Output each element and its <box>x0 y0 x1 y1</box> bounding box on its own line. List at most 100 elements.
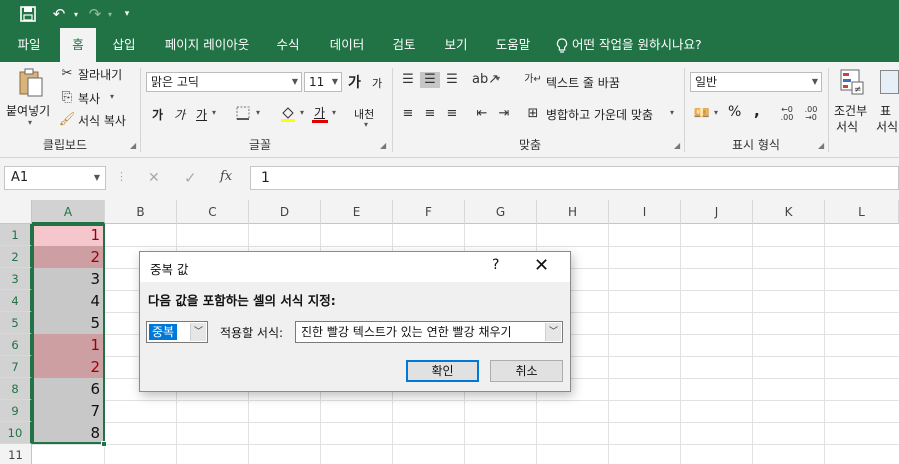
row-header-1[interactable]: 1 <box>0 224 32 246</box>
format-painter-button[interactable]: 서식 복사 <box>78 112 126 129</box>
font-color-button[interactable]: 가 <box>314 104 325 121</box>
align-center-icon[interactable]: ≡ <box>420 106 440 122</box>
clipboard-launcher-icon[interactable]: ◢ <box>130 141 136 150</box>
decrease-indent-icon[interactable]: ⇤ <box>472 106 492 122</box>
underline-dropdown-icon[interactable]: ▾ <box>212 108 216 117</box>
number-format-combobox[interactable]: 일반 ▼ <box>690 72 822 92</box>
tell-me-search[interactable]: 어떤 작업을 원하시나요? <box>572 28 714 62</box>
row-header-7[interactable]: 7 <box>0 356 32 378</box>
accounting-dropdown-icon[interactable]: ▾ <box>714 108 718 117</box>
tab-page-layout[interactable]: 페이지 레이아웃 <box>156 28 258 62</box>
fill-handle[interactable] <box>101 441 107 447</box>
column-header-a[interactable]: A <box>32 200 105 224</box>
column-header-h[interactable]: H <box>537 200 609 224</box>
tab-help[interactable]: 도움말 <box>486 28 540 62</box>
orientation-dropdown-icon[interactable]: ▾ <box>496 74 500 83</box>
column-header-e[interactable]: E <box>321 200 393 224</box>
orientation-icon[interactable]: ab↗ <box>472 72 499 88</box>
row-header-9[interactable]: 9 <box>0 400 32 422</box>
paste-button[interactable]: 붙여넣기 <box>6 102 50 119</box>
number-launcher-icon[interactable]: ◢ <box>818 141 824 150</box>
ok-button[interactable]: 확인 <box>406 360 479 382</box>
align-top-icon[interactable]: ☰ <box>398 72 418 88</box>
merge-dropdown-icon[interactable]: ▾ <box>670 108 674 117</box>
cancel-button[interactable]: 취소 <box>490 360 563 382</box>
duplicate-type-select[interactable]: 중복 ﹀ <box>146 321 208 343</box>
paste-icon[interactable] <box>16 68 46 98</box>
font-color-dropdown-icon[interactable]: ▾ <box>332 108 336 117</box>
undo-dropdown-icon[interactable]: ▾ <box>70 2 82 26</box>
row-header-11[interactable]: 11 <box>0 444 32 464</box>
conditional-formatting-icon[interactable]: ≠ <box>838 68 866 96</box>
underline-button[interactable]: 가 <box>196 106 207 123</box>
row-header-3[interactable]: 3 <box>0 268 32 290</box>
merge-center-button[interactable]: 병합하고 가운데 맞춤 <box>546 106 653 123</box>
chevron-down-icon[interactable]: ﹀ <box>545 323 561 341</box>
accounting-format-icon[interactable]: 💴 <box>692 106 712 122</box>
row-header-5[interactable]: 5 <box>0 312 32 334</box>
copy-dropdown-icon[interactable]: ▾ <box>110 92 114 101</box>
tab-insert[interactable]: 삽입 <box>104 28 144 62</box>
copy-button[interactable]: 복사 <box>78 90 100 107</box>
border-dropdown-icon[interactable]: ▾ <box>256 108 260 117</box>
border-icon[interactable] <box>232 106 254 125</box>
chevron-down-icon[interactable]: ﹀ <box>190 323 206 341</box>
tab-view[interactable]: 보기 <box>436 28 476 62</box>
align-left-icon[interactable]: ≡ <box>398 106 418 122</box>
select-all-corner[interactable] <box>0 200 32 224</box>
row-header-8[interactable]: 8 <box>0 378 32 400</box>
decrease-decimal-icon[interactable]: .00 →0 <box>800 106 822 122</box>
phonetic-dropdown-icon[interactable]: ▾ <box>364 120 368 129</box>
close-icon[interactable]: ✕ <box>534 255 549 276</box>
format-as-table-icon[interactable] <box>880 70 899 94</box>
fill-color-icon[interactable] <box>278 104 298 127</box>
paste-dropdown-icon[interactable]: ▾ <box>28 118 32 127</box>
column-header-g[interactable]: G <box>465 200 537 224</box>
cut-button[interactable]: 잘라내기 <box>78 66 122 83</box>
align-right-icon[interactable]: ≡ <box>442 106 462 122</box>
bold-button[interactable]: 가 <box>152 106 163 123</box>
font-launcher-icon[interactable]: ◢ <box>380 141 386 150</box>
format-as-table-button[interactable]: 표 <box>880 102 891 119</box>
align-bottom-icon[interactable]: ☰ <box>442 72 462 88</box>
name-box[interactable]: A1 ▼ <box>4 166 106 190</box>
font-size-combobox[interactable]: 11 ▼ <box>304 72 342 92</box>
insert-function-button[interactable]: fx <box>220 169 232 184</box>
column-header-d[interactable]: D <box>249 200 321 224</box>
tab-review[interactable]: 검토 <box>382 28 426 62</box>
help-icon[interactable]: ? <box>492 257 499 273</box>
row-header-4[interactable]: 4 <box>0 290 32 312</box>
increase-indent-icon[interactable]: ⇥ <box>494 106 514 122</box>
tab-formulas[interactable]: 수식 <box>268 28 308 62</box>
conditional-formatting-button[interactable]: 조건부 <box>834 102 867 119</box>
tab-home[interactable]: 홈 <box>60 28 96 62</box>
formula-input[interactable]: 1 <box>250 166 899 190</box>
column-header-i[interactable]: I <box>609 200 681 224</box>
row-header-2[interactable]: 2 <box>0 246 32 268</box>
column-header-f[interactable]: F <box>393 200 465 224</box>
align-middle-icon[interactable]: ☰ <box>420 72 440 88</box>
row-header-6[interactable]: 6 <box>0 334 32 356</box>
increase-decimal-icon[interactable]: ←0.00 <box>776 106 798 122</box>
row-header-10[interactable]: 10 <box>0 422 32 444</box>
shrink-font-button[interactable]: 가 <box>372 75 382 91</box>
column-header-j[interactable]: J <box>681 200 753 224</box>
italic-button[interactable]: 가 <box>174 106 185 123</box>
save-icon[interactable] <box>16 2 40 26</box>
alignment-launcher-icon[interactable]: ◢ <box>674 141 680 150</box>
undo-icon[interactable]: ↶ <box>48 2 70 26</box>
column-header-b[interactable]: B <box>105 200 177 224</box>
font-name-combobox[interactable]: 맑은 고딕 ▼ <box>146 72 302 92</box>
grow-font-button[interactable]: 가 <box>348 72 361 92</box>
dialog-titlebar[interactable]: 중복 값 ? ✕ <box>140 252 570 282</box>
wrap-text-button[interactable]: 텍스트 줄 바꿈 <box>546 74 620 91</box>
tab-data[interactable]: 데이터 <box>322 28 372 62</box>
percent-button[interactable]: % <box>728 104 741 120</box>
comma-button[interactable]: , <box>754 102 760 120</box>
customize-qat-icon[interactable]: ▾ <box>120 2 134 26</box>
tab-file[interactable]: 파일 <box>6 28 52 62</box>
format-style-select[interactable]: 진한 빨강 텍스트가 있는 연한 빨강 채우기 ﹀ <box>295 321 563 343</box>
column-header-k[interactable]: K <box>753 200 825 224</box>
fill-color-dropdown-icon[interactable]: ▾ <box>300 108 304 117</box>
column-header-l[interactable]: L <box>825 200 899 224</box>
